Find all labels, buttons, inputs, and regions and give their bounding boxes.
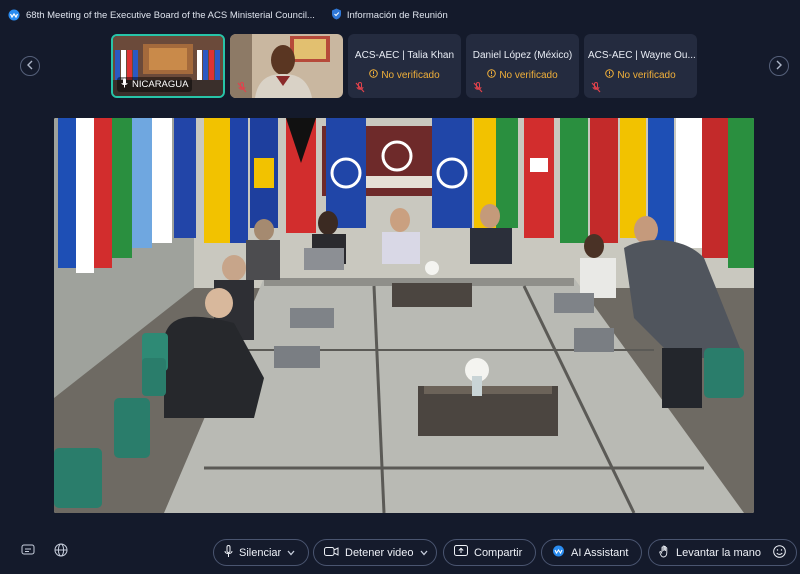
previous-participants-button[interactable] (20, 56, 40, 76)
main-video-stage[interactable] (54, 118, 754, 513)
microphone-icon (121, 78, 128, 91)
next-participants-button[interactable] (769, 56, 789, 76)
hand-icon (659, 544, 670, 561)
microphone-icon (224, 544, 233, 561)
participant-tile[interactable]: Daniel López (México) No verificado (466, 34, 579, 98)
unverified-icon (369, 69, 379, 81)
conference-room-video (54, 118, 754, 513)
globe-icon (54, 543, 68, 562)
meeting-info-button[interactable]: Información de Reunión (331, 8, 448, 23)
verification-status-label: No verificado (499, 69, 558, 81)
participant-name: ACS-AEC | Wayne Ou... (588, 50, 696, 61)
meeting-info-label: Información de Reunión (346, 9, 448, 21)
smiley-icon[interactable] (773, 544, 786, 561)
participant-tile[interactable]: ACS-AEC | Wayne Ou... No verificado (584, 34, 697, 98)
participant-name: Daniel López (México) (472, 50, 573, 61)
stop-video-label: Detener video (345, 546, 414, 559)
chevron-down-icon[interactable] (420, 548, 428, 558)
shield-icon (331, 8, 342, 23)
participant-tile-nicaragua[interactable]: NICARAGUA (111, 34, 225, 98)
captions-button[interactable] (20, 544, 36, 560)
meeting-title: 68th Meeting of the Executive Board of t… (26, 9, 315, 21)
participant-tile[interactable] (230, 34, 343, 98)
stop-video-button[interactable]: Detener video (313, 539, 437, 566)
ai-assistant-label: AI Assistant (571, 546, 629, 559)
raise-hand-label: Levantar la mano (676, 546, 761, 559)
microphone-muted-icon (235, 80, 249, 94)
chevron-left-icon (26, 60, 34, 73)
unverified-icon (605, 69, 615, 81)
language-button[interactable] (53, 543, 69, 562)
unverified-icon (487, 69, 497, 81)
chevron-right-icon (775, 60, 783, 73)
share-label: Compartir (474, 546, 523, 559)
mute-label: Silenciar (239, 546, 282, 559)
participant-name: ACS-AEC | Talia Khan (354, 50, 455, 61)
microphone-muted-icon (471, 80, 485, 94)
webex-ai-icon (552, 545, 565, 560)
participant-tile[interactable]: ACS-AEC | Talia Khan No verificado (348, 34, 461, 98)
captions-icon (21, 543, 35, 561)
microphone-muted-icon (353, 80, 367, 94)
ai-assistant-button[interactable]: AI Assistant (541, 539, 642, 566)
verification-status-label: No verificado (617, 69, 676, 81)
share-button[interactable]: Compartir (443, 539, 536, 566)
verification-status-label: No verificado (381, 69, 440, 81)
webex-icon (8, 9, 20, 21)
camera-icon (324, 546, 339, 560)
microphone-muted-icon (589, 80, 603, 94)
raise-hand-button[interactable]: Levantar la mano (648, 539, 797, 566)
title-bar: 68th Meeting of the Executive Board of t… (0, 0, 800, 30)
participant-name: NICARAGUA (132, 79, 189, 90)
mute-button[interactable]: Silenciar (213, 539, 309, 566)
chevron-down-icon[interactable] (287, 548, 295, 558)
participant-name-tag: NICARAGUA (117, 77, 193, 92)
share-icon (454, 545, 468, 560)
